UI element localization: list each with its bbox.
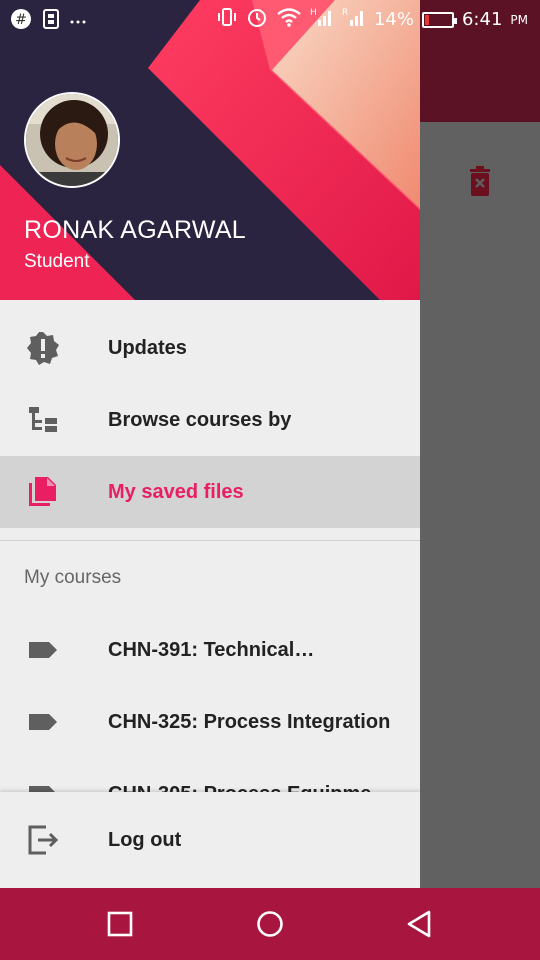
menu-divider bbox=[0, 540, 420, 541]
menu-item-label: Updates bbox=[108, 336, 187, 359]
menu-item-label: Browse courses by bbox=[108, 408, 292, 431]
tree-list-icon bbox=[26, 403, 60, 437]
battery-percent: 14% bbox=[373, 9, 414, 30]
drawer-header: RONAK AGARWAL Student bbox=[0, 0, 420, 300]
signal-h-label: H bbox=[310, 8, 317, 18]
menu-item-browse-courses[interactable]: Browse courses by bbox=[0, 384, 420, 456]
alarm-icon bbox=[246, 6, 268, 33]
drawer-footer: Log out bbox=[0, 792, 420, 888]
section-title-my-courses: My courses bbox=[24, 567, 122, 588]
wifi-icon bbox=[276, 6, 302, 33]
svg-text:#: # bbox=[15, 12, 27, 28]
label-tag-icon bbox=[26, 633, 60, 667]
status-bar: # H R 14% 6:41 PM bbox=[0, 0, 540, 38]
usb-notification-icon bbox=[42, 8, 60, 34]
course-item-chn-391[interactable]: CHN-391: Technical… bbox=[0, 614, 420, 686]
back-button[interactable] bbox=[404, 908, 436, 940]
menu-item-my-saved-files[interactable]: My saved files bbox=[0, 456, 420, 528]
menu-item-log-out[interactable]: Log out bbox=[0, 804, 420, 876]
course-item-chn-325[interactable]: CHN-325: Process Integration bbox=[0, 686, 420, 758]
menu-item-label: Log out bbox=[108, 828, 182, 851]
course-item-label: CHN-325: Process Integration bbox=[108, 710, 391, 733]
user-name: RONAK AGARWAL bbox=[24, 216, 247, 244]
vibrate-icon bbox=[216, 6, 238, 33]
signal-h-icon: H bbox=[310, 6, 334, 33]
hashtag-notification-icon: # bbox=[10, 8, 32, 34]
user-role: Student bbox=[24, 251, 90, 272]
more-notifications-icon bbox=[70, 13, 86, 29]
recent-apps-button[interactable] bbox=[104, 908, 136, 940]
signal-r-label: R bbox=[342, 8, 348, 18]
clock-ampm: PM bbox=[510, 12, 528, 27]
delete-icon[interactable] bbox=[468, 166, 492, 196]
menu-item-updates[interactable]: Updates bbox=[0, 312, 420, 384]
label-tag-icon bbox=[26, 705, 60, 739]
navigation-drawer: RONAK AGARWAL Student Updates Browse cou… bbox=[0, 0, 420, 888]
battery-icon bbox=[421, 11, 457, 28]
file-copy-icon bbox=[26, 475, 60, 509]
system-nav-bar bbox=[0, 888, 540, 960]
clock-time: 6:41 bbox=[461, 9, 503, 30]
course-item-label: CHN-391: Technical… bbox=[108, 638, 315, 661]
home-button[interactable] bbox=[254, 908, 286, 940]
logout-icon bbox=[26, 823, 60, 857]
avatar[interactable] bbox=[24, 92, 120, 188]
alert-badge-icon bbox=[26, 331, 60, 365]
menu-item-label: My saved files bbox=[108, 480, 244, 503]
signal-r-icon: R bbox=[342, 6, 366, 33]
